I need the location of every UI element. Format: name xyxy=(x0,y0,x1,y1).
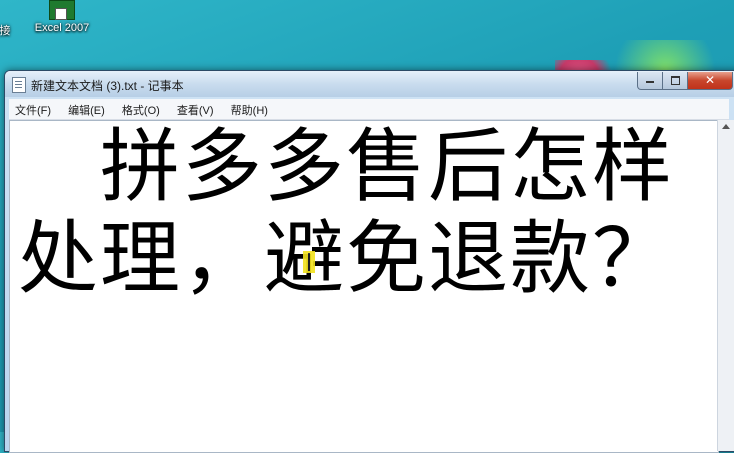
maximize-button[interactable] xyxy=(662,72,688,90)
menu-edit[interactable]: 编辑(E) xyxy=(62,99,111,121)
maximize-icon xyxy=(670,76,680,85)
vertical-scrollbar[interactable] xyxy=(717,120,734,451)
excel-icon xyxy=(49,0,75,20)
notepad-icon xyxy=(12,77,26,93)
window-title: 新建文本文档 (3).txt - 记事本 xyxy=(31,79,184,93)
menu-help[interactable]: 帮助(H) xyxy=(225,99,274,121)
menu-view[interactable]: 查看(V) xyxy=(171,99,220,121)
text-cursor-icon xyxy=(303,251,315,273)
scroll-up-icon[interactable] xyxy=(722,124,730,129)
shortcut-icon xyxy=(0,0,18,20)
minimize-button[interactable] xyxy=(637,72,663,90)
editor-content: 拼多多售后怎样处理，避免退款？ xyxy=(18,120,674,305)
title-bar[interactable]: 新建文本文档 (3).txt - 记事本 ✕ xyxy=(5,71,734,97)
close-icon: ✕ xyxy=(704,73,716,87)
desktop-excel-icon[interactable]: Excel 2007 xyxy=(27,0,97,34)
desktop-icon-label: Excel 2007 xyxy=(34,22,90,34)
minimize-icon xyxy=(646,81,654,83)
menu-format[interactable]: 格式(O) xyxy=(116,99,166,121)
text-editor[interactable]: 拼多多售后怎样处理，避免退款？ xyxy=(9,120,719,453)
menu-file[interactable]: 文件(F) xyxy=(9,99,57,121)
close-button[interactable]: ✕ xyxy=(687,72,733,90)
shortcut-arrow-icon xyxy=(55,8,67,20)
notepad-window: 新建文本文档 (3).txt - 记事本 ✕ 文件(F) 编辑(E) 格式(O)… xyxy=(4,70,734,453)
menu-bar: 文件(F) 编辑(E) 格式(O) 查看(V) 帮助(H) xyxy=(9,99,729,120)
